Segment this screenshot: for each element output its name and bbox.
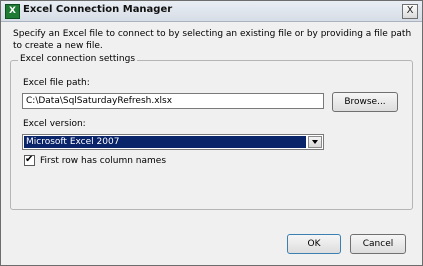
description-text: Specify an Excel file to connect to by s… bbox=[13, 29, 412, 51]
dialog-window: X Excel Connection Manager X Specify an … bbox=[0, 0, 423, 266]
close-icon: X bbox=[406, 5, 414, 16]
file-path-input[interactable] bbox=[22, 93, 324, 109]
dropdown-button[interactable] bbox=[308, 136, 322, 148]
ok-button[interactable]: OK bbox=[287, 234, 341, 254]
file-path-label: Excel file path: bbox=[23, 78, 90, 88]
version-label: Excel version: bbox=[23, 119, 86, 129]
checkmark-icon: ✔ bbox=[25, 154, 34, 165]
group-legend: Excel connection settings bbox=[18, 54, 138, 64]
first-row-checkbox[interactable]: ✔ bbox=[24, 154, 35, 166]
excel-version-select[interactable]: Microsoft Excel 2007 bbox=[22, 134, 324, 150]
chevron-down-icon bbox=[312, 140, 318, 144]
browse-button[interactable]: Browse... bbox=[332, 92, 398, 112]
excel-app-icon: X bbox=[5, 4, 20, 19]
version-selected-value: Microsoft Excel 2007 bbox=[24, 136, 306, 148]
title-bar[interactable]: X Excel Connection Manager X bbox=[1, 1, 422, 22]
close-button[interactable]: X bbox=[402, 4, 418, 19]
cancel-button[interactable]: Cancel bbox=[350, 234, 406, 254]
first-row-label[interactable]: First row has column names bbox=[40, 156, 166, 166]
window-title: Excel Connection Manager bbox=[23, 4, 173, 15]
